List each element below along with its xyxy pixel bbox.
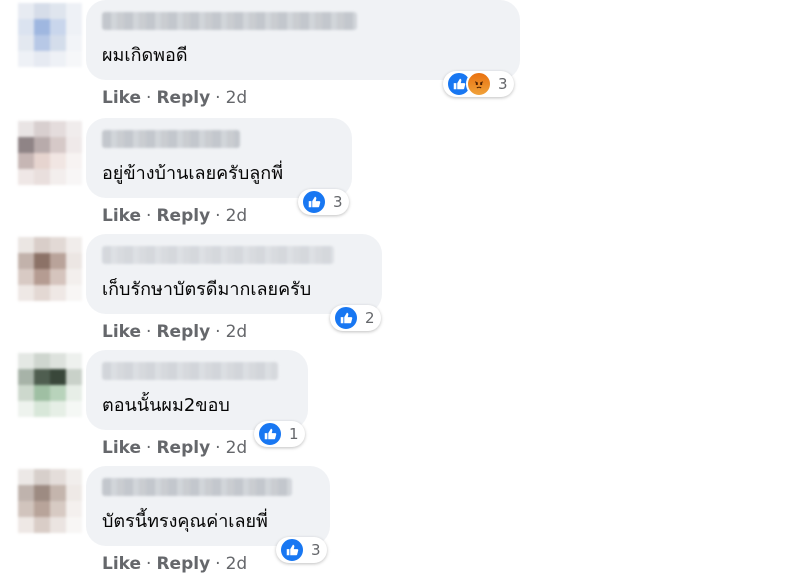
like-icon: [279, 537, 305, 563]
separator: ·: [146, 322, 152, 342]
comment-text: บัตรนี้ทรงคุณค่าเลยพี่: [102, 511, 268, 532]
author-name-redacted[interactable]: [102, 12, 357, 30]
comment-bubble: ตอนนั้นผม2ขอบ: [86, 350, 308, 430]
comment-actions: Like · Reply · 2d: [102, 438, 247, 458]
like-icon: [301, 189, 327, 215]
avatar[interactable]: [18, 237, 82, 301]
reaction-count: 3: [333, 193, 343, 211]
comment-actions: Like · Reply · 2d: [102, 554, 247, 574]
comment-bubble: อยู่ข้างบ้านเลยครับลูกพี่: [86, 118, 352, 198]
reaction-count: 3: [311, 541, 321, 559]
comment-bubble: บัตรนี้ทรงคุณค่าเลยพี่: [86, 466, 330, 546]
reply-button[interactable]: Reply: [156, 88, 210, 108]
reaction-summary[interactable]: 3: [276, 537, 327, 563]
reaction-summary[interactable]: 1: [254, 421, 305, 447]
reaction-count: 1: [289, 425, 299, 443]
separator: ·: [215, 206, 221, 226]
reply-button[interactable]: Reply: [156, 554, 210, 574]
timestamp[interactable]: 2d: [226, 438, 248, 458]
like-button[interactable]: Like: [102, 322, 141, 342]
like-button[interactable]: Like: [102, 88, 141, 108]
like-button[interactable]: Like: [102, 438, 141, 458]
comment-text: ผมเกิดพอดี: [102, 45, 188, 66]
reply-button[interactable]: Reply: [156, 438, 210, 458]
author-name-redacted[interactable]: [102, 130, 240, 148]
timestamp[interactable]: 2d: [226, 88, 248, 108]
reply-button[interactable]: Reply: [156, 206, 210, 226]
separator: ·: [146, 438, 152, 458]
avatar[interactable]: [18, 121, 82, 185]
like-button[interactable]: Like: [102, 554, 141, 574]
timestamp[interactable]: 2d: [226, 554, 248, 574]
separator: ·: [215, 88, 221, 108]
comment-actions: Like · Reply · 2d: [102, 206, 247, 226]
reaction-summary[interactable]: 2: [330, 305, 381, 331]
separator: ·: [215, 554, 221, 574]
comment: เก็บรักษาบัตรดีมากเลยครับ 2 Like · Reply…: [0, 234, 800, 350]
comment: บัตรนี้ทรงคุณค่าเลยพี่ 3 Like · Reply · …: [0, 466, 800, 582]
reply-button[interactable]: Reply: [156, 322, 210, 342]
timestamp[interactable]: 2d: [226, 322, 248, 342]
comment-bubble: ผมเกิดพอดี: [86, 0, 520, 80]
separator: ·: [215, 322, 221, 342]
comment-bubble: เก็บรักษาบัตรดีมากเลยครับ: [86, 234, 382, 314]
comment-text: เก็บรักษาบัตรดีมากเลยครับ: [102, 279, 312, 300]
separator: ·: [146, 554, 152, 574]
comment-text: ตอนนั้นผม2ขอบ: [102, 395, 230, 416]
avatar[interactable]: [18, 469, 82, 533]
like-button[interactable]: Like: [102, 206, 141, 226]
avatar[interactable]: [18, 3, 82, 67]
comment: ตอนนั้นผม2ขอบ 1 Like · Reply · 2d: [0, 350, 800, 466]
comment-actions: Like · Reply · 2d: [102, 322, 247, 342]
angry-icon: [466, 71, 492, 97]
reaction-summary[interactable]: 3: [298, 189, 349, 215]
author-name-redacted[interactable]: [102, 478, 292, 496]
comment-actions: Like · Reply · 2d: [102, 88, 247, 108]
separator: ·: [215, 438, 221, 458]
like-icon: [333, 305, 359, 331]
separator: ·: [146, 206, 152, 226]
avatar[interactable]: [18, 353, 82, 417]
comment: ผมเกิดพอดี 3 Like · Reply · 2d: [0, 0, 800, 116]
separator: ·: [146, 88, 152, 108]
like-icon: [257, 421, 283, 447]
reaction-count: 2: [365, 309, 375, 327]
timestamp[interactable]: 2d: [226, 206, 248, 226]
reaction-count: 3: [498, 75, 508, 93]
comment: อยู่ข้างบ้านเลยครับลูกพี่ 3 Like · Reply…: [0, 118, 800, 234]
author-name-redacted[interactable]: [102, 362, 278, 380]
reaction-summary[interactable]: 3: [443, 71, 514, 97]
author-name-redacted[interactable]: [102, 246, 334, 264]
comment-text: อยู่ข้างบ้านเลยครับลูกพี่: [102, 163, 284, 184]
